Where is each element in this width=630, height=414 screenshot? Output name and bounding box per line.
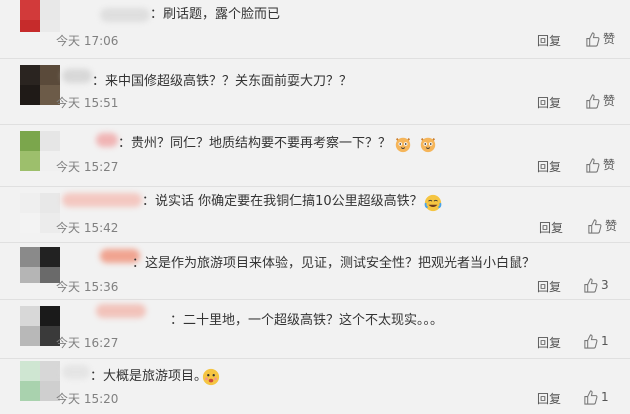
avatar[interactable] [20, 131, 60, 171]
timestamp: 今天 15:36 [56, 280, 119, 294]
avatar[interactable] [20, 0, 60, 32]
like-button[interactable]: 赞 [585, 31, 615, 47]
like-label: 赞 [605, 219, 618, 233]
comment-text: ：说实话 你确定要在我铜仁搞10公里超级高铁？ [142, 194, 423, 209]
comment-item: ：来中国修超级高铁？？关东面前耍大刀？？ 今天 15:51 回复 赞 [0, 58, 630, 118]
comment-text: ：贵州？同仁？地质结构要不要再考察一下？？ [118, 136, 392, 151]
comment-item: ：二十里地，一个超级高铁？这个不太现实。。。 今天 16:27 回复 1 [0, 299, 630, 357]
thumbs-up-icon [586, 157, 600, 173]
avatar[interactable] [20, 361, 60, 401]
like-button[interactable]: 赞 [587, 218, 617, 234]
like-count: 3 [601, 278, 609, 292]
avatar[interactable] [20, 65, 60, 105]
thumbs-up-icon [588, 218, 602, 234]
timestamp: 今天 15:20 [56, 392, 119, 406]
username[interactable] [62, 69, 92, 83]
thumbs-up-icon [584, 333, 598, 349]
like-count: 1 [601, 334, 609, 348]
comment-item: ：大概是旅游项目。 今天 15:20 回复 1 [0, 358, 630, 414]
like-button[interactable]: 1 [583, 333, 609, 349]
comment-text: ：二十里地，一个超级高铁？这个不太现实。。。 [170, 313, 444, 328]
cat-emoji [392, 134, 437, 153]
username[interactable] [62, 193, 142, 207]
like-button[interactable]: 1 [583, 389, 609, 405]
comment-item: ：贵州？同仁？地质结构要不要再考察一下？？ 今天 15:27 回复 赞 [0, 124, 630, 184]
reply-button[interactable]: 回复 [537, 159, 561, 175]
reply-button[interactable]: 回复 [537, 279, 561, 295]
like-label: 赞 [603, 32, 616, 46]
comment-item: ：这是作为旅游项目来体验，见证，测试安全性？把观光者当小白鼠？ 今天 15:36… [0, 242, 630, 298]
comment-text: ：来中国修超级高铁？？关东面前耍大刀？？ [92, 74, 353, 89]
reply-button[interactable]: 回复 [537, 95, 561, 111]
timestamp: 今天 15:27 [56, 160, 119, 174]
timestamp: 今天 16:27 [56, 336, 119, 350]
avatar[interactable] [20, 306, 60, 346]
reply-button[interactable]: 回复 [539, 220, 563, 236]
like-button[interactable]: 赞 [585, 93, 615, 109]
comment-item: ：说实话 你确定要在我铜仁搞10公里超级高铁？ 今天 15:42 回复 赞 [0, 186, 630, 240]
timestamp: 今天 17:06 [56, 34, 119, 48]
thumbs-up-icon [584, 389, 598, 405]
avatar[interactable] [20, 247, 60, 283]
thumbs-up-icon [584, 277, 598, 293]
username[interactable] [62, 365, 90, 379]
reply-button[interactable]: 回复 [537, 335, 561, 351]
like-label: 赞 [603, 158, 616, 172]
reply-button[interactable]: 回复 [537, 391, 561, 407]
comment-text: ：刷话题，露个脸而已 [150, 7, 281, 22]
username[interactable] [100, 8, 150, 22]
comment-text: ：这是作为旅游项目来体验，见证，测试安全性？把观光者当小白鼠？ [132, 256, 536, 271]
thumbs-up-icon [586, 93, 600, 109]
username[interactable] [96, 304, 146, 318]
timestamp: 今天 15:42 [56, 221, 119, 235]
like-count: 1 [601, 390, 609, 404]
timestamp: 今天 15:51 [56, 96, 119, 110]
like-button[interactable]: 3 [583, 277, 609, 293]
thumbs-up-icon [586, 31, 600, 47]
comment-item: ：刷话题，露个脸而已 今天 17:06 回复 赞 [0, 0, 630, 55]
comment-text: ：大概是旅游项目。 [90, 369, 208, 384]
like-label: 赞 [603, 94, 616, 108]
avatar[interactable] [20, 193, 60, 233]
face-emoji [200, 367, 220, 386]
laugh-cry-emoji [422, 193, 442, 212]
username[interactable] [96, 133, 118, 147]
like-button[interactable]: 赞 [585, 157, 615, 173]
reply-button[interactable]: 回复 [537, 33, 561, 49]
